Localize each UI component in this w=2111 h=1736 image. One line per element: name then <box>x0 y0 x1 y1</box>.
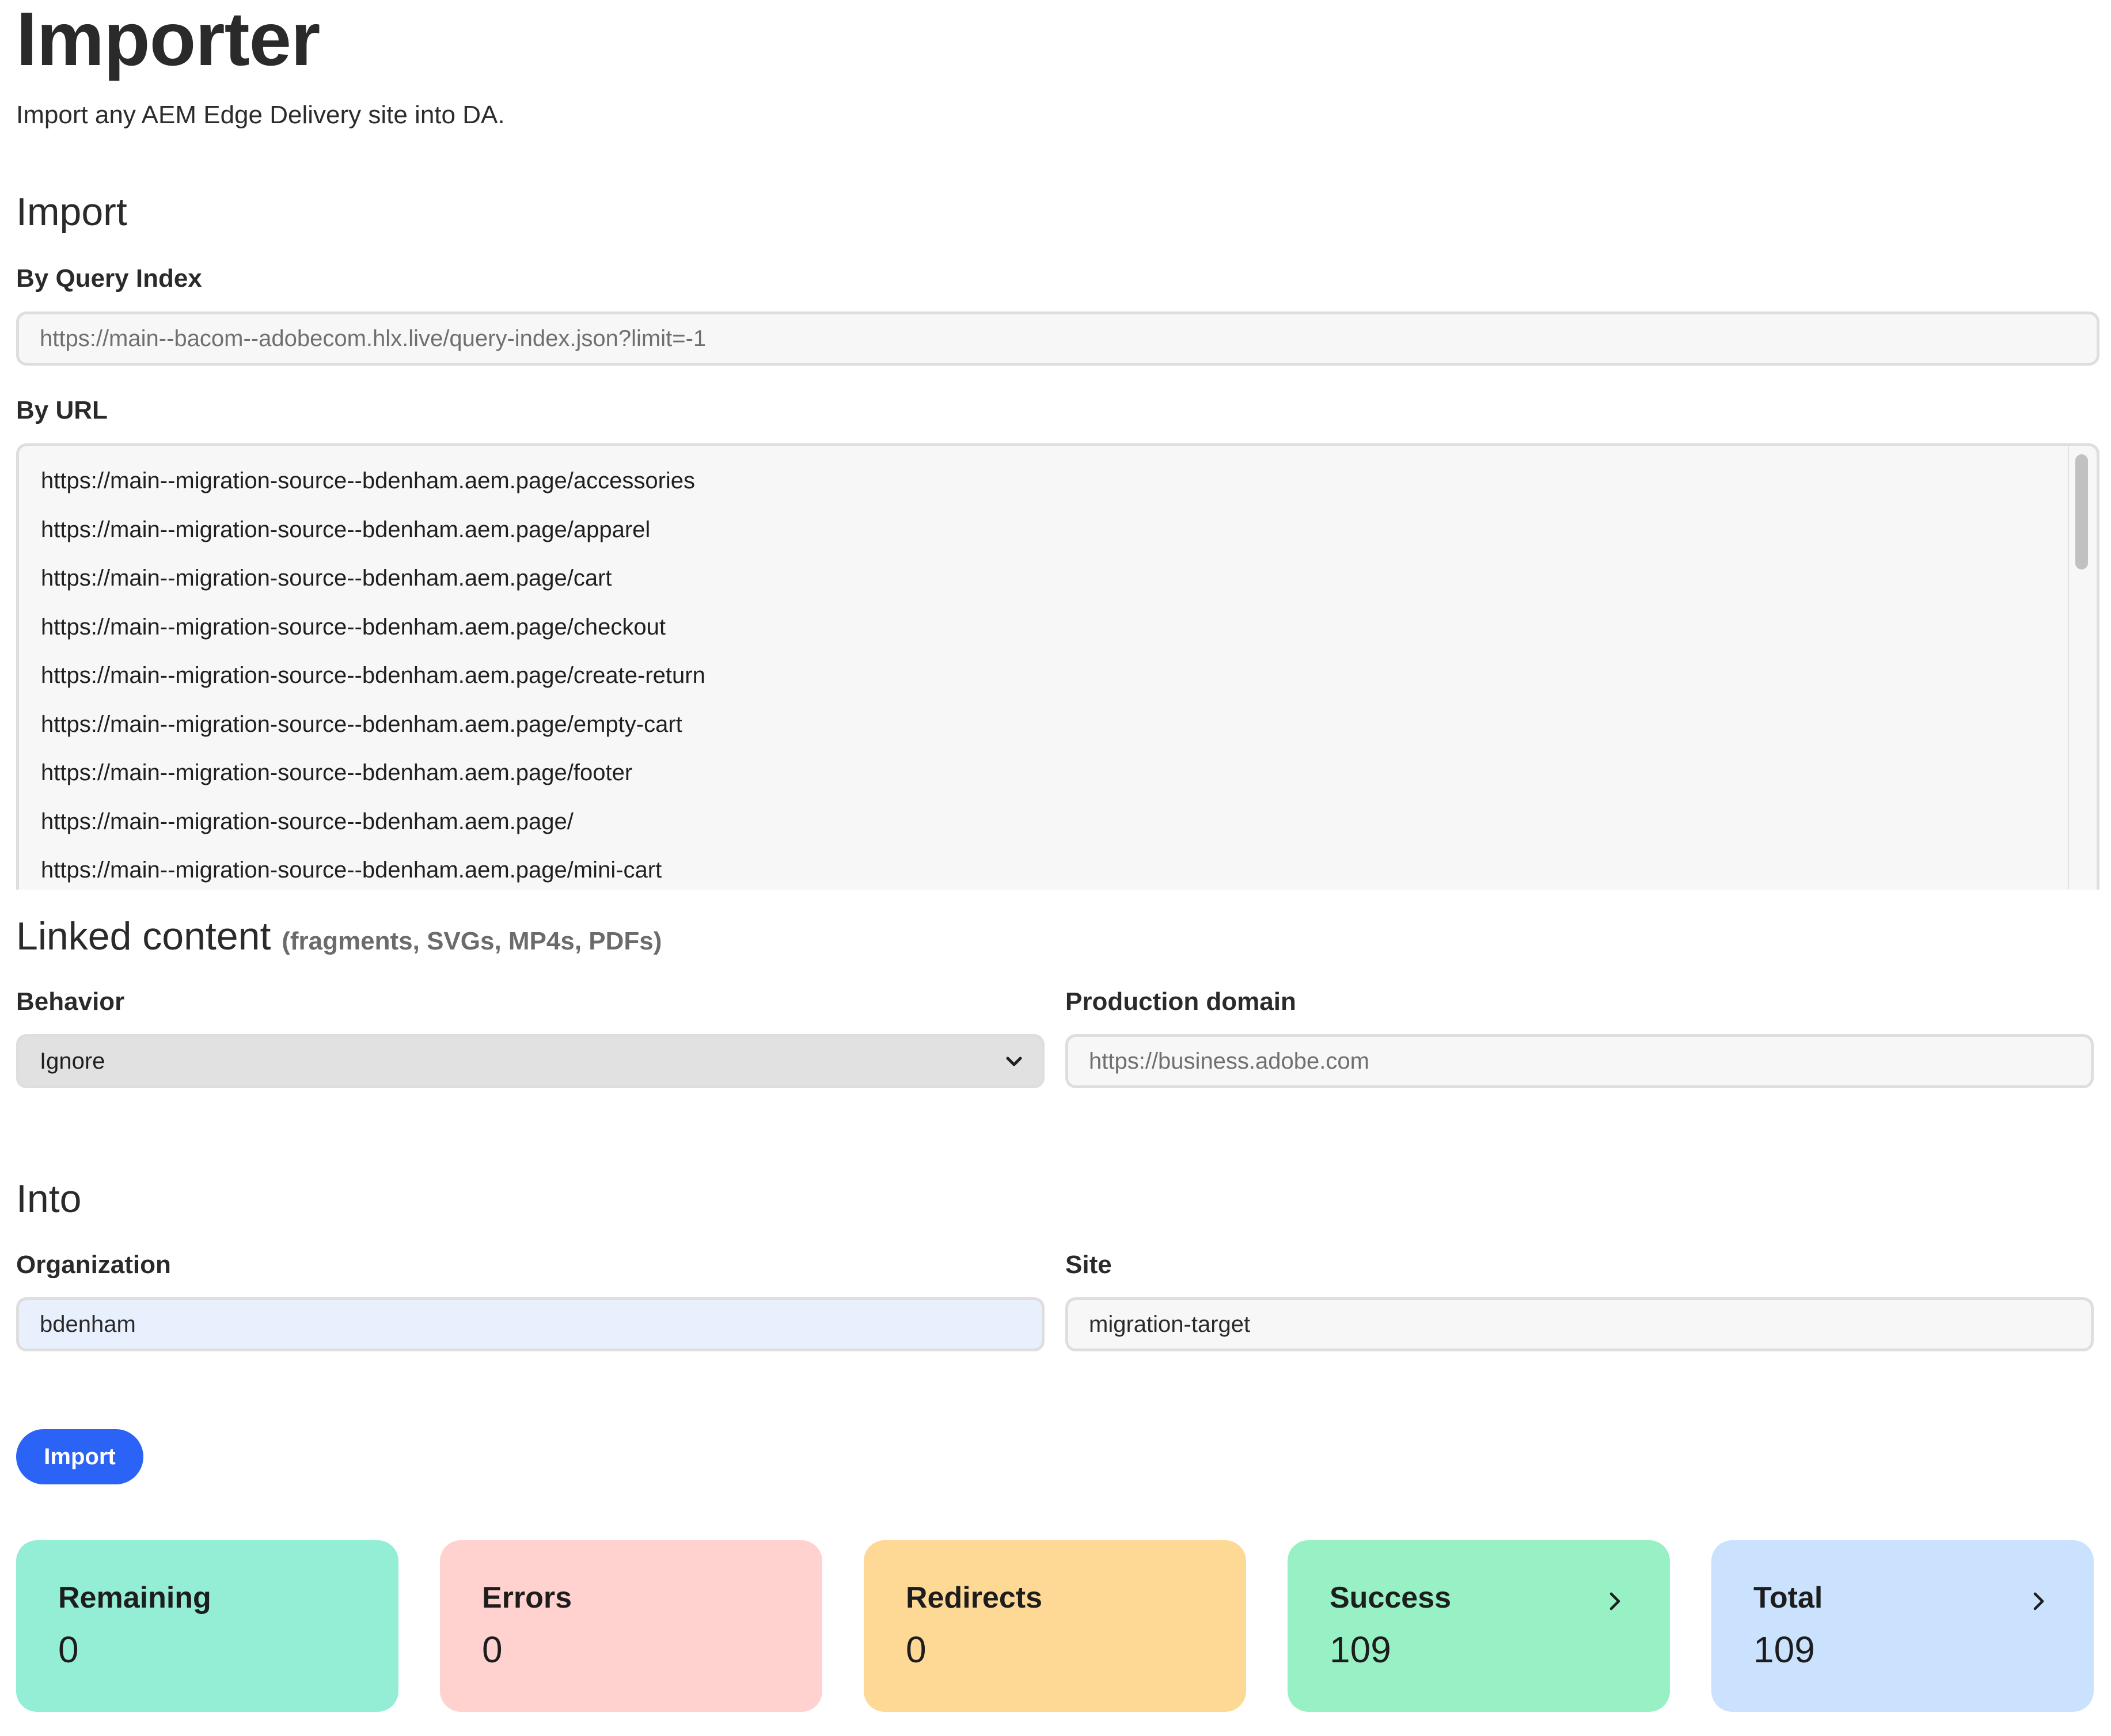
scrollbar-thumb[interactable] <box>2075 454 2088 569</box>
url-line: https://main--migration-source--bdenham.… <box>41 663 705 688</box>
chevron-right-icon[interactable] <box>2026 1589 2051 1614</box>
behavior-selected-value: Ignore <box>40 1049 105 1074</box>
site-label: Site <box>1065 1251 1112 1279</box>
url-list: https://main--migration-source--bdenham.… <box>41 457 705 890</box>
stat-card-redirects: Redirects 0 <box>864 1540 1246 1712</box>
stat-label: Errors <box>482 1581 572 1615</box>
query-index-input[interactable] <box>16 312 2099 366</box>
url-line: https://main--migration-source--bdenham.… <box>41 808 574 834</box>
stat-card-total[interactable]: Total 109 <box>1711 1540 2094 1712</box>
behavior-label: Behavior <box>16 987 125 1016</box>
stat-value: 0 <box>58 1629 79 1670</box>
url-line: https://main--migration-source--bdenham.… <box>41 760 633 785</box>
url-line: https://main--migration-source--bdenham.… <box>41 857 662 883</box>
url-line: https://main--migration-source--bdenham.… <box>41 468 696 493</box>
production-domain-input[interactable] <box>1065 1034 2094 1088</box>
organization-input[interactable] <box>16 1297 1045 1351</box>
url-list-textarea[interactable]: https://main--migration-source--bdenham.… <box>16 443 2099 890</box>
stat-label: Remaining <box>58 1581 211 1615</box>
stat-label: Total <box>1753 1581 1823 1615</box>
into-section-title: Into <box>16 1177 82 1221</box>
stat-value: 109 <box>1753 1629 1815 1670</box>
organization-label: Organization <box>16 1251 171 1279</box>
chevron-right-icon[interactable] <box>1602 1589 1627 1614</box>
behavior-select[interactable]: Ignore <box>16 1034 1045 1088</box>
query-index-label: By Query Index <box>16 264 202 293</box>
chevron-down-icon <box>1006 1057 1022 1066</box>
url-line: https://main--migration-source--bdenham.… <box>41 711 682 737</box>
url-line: https://main--migration-source--bdenham.… <box>41 516 651 542</box>
url-line: https://main--migration-source--bdenham.… <box>41 614 666 640</box>
stat-label: Success <box>1330 1581 1452 1615</box>
stat-card-success[interactable]: Success 109 <box>1288 1540 1670 1712</box>
stat-card-remaining: Remaining 0 <box>16 1540 398 1712</box>
page-title: Importer <box>16 0 320 81</box>
by-url-label: By URL <box>16 396 108 424</box>
page-subtitle: Import any AEM Edge Delivery site into D… <box>16 101 505 129</box>
linked-content-heading: Linked content <box>16 914 271 958</box>
import-button[interactable]: Import <box>16 1429 143 1484</box>
production-domain-label: Production domain <box>1065 987 1296 1016</box>
stat-card-errors: Errors 0 <box>440 1540 822 1712</box>
stat-label: Redirects <box>906 1581 1042 1615</box>
stat-value: 0 <box>482 1629 503 1670</box>
site-input[interactable] <box>1065 1297 2094 1351</box>
stat-value: 0 <box>906 1629 927 1670</box>
linked-content-note: (fragments, SVGs, MP4s, PDFs) <box>282 927 662 955</box>
import-section-title: Import <box>16 190 127 234</box>
stat-value: 109 <box>1330 1629 1391 1670</box>
linked-content-title: Linked content (fragments, SVGs, MP4s, P… <box>16 917 662 956</box>
url-list-scrollbar[interactable] <box>2068 446 2097 890</box>
url-line: https://main--migration-source--bdenham.… <box>41 565 612 591</box>
